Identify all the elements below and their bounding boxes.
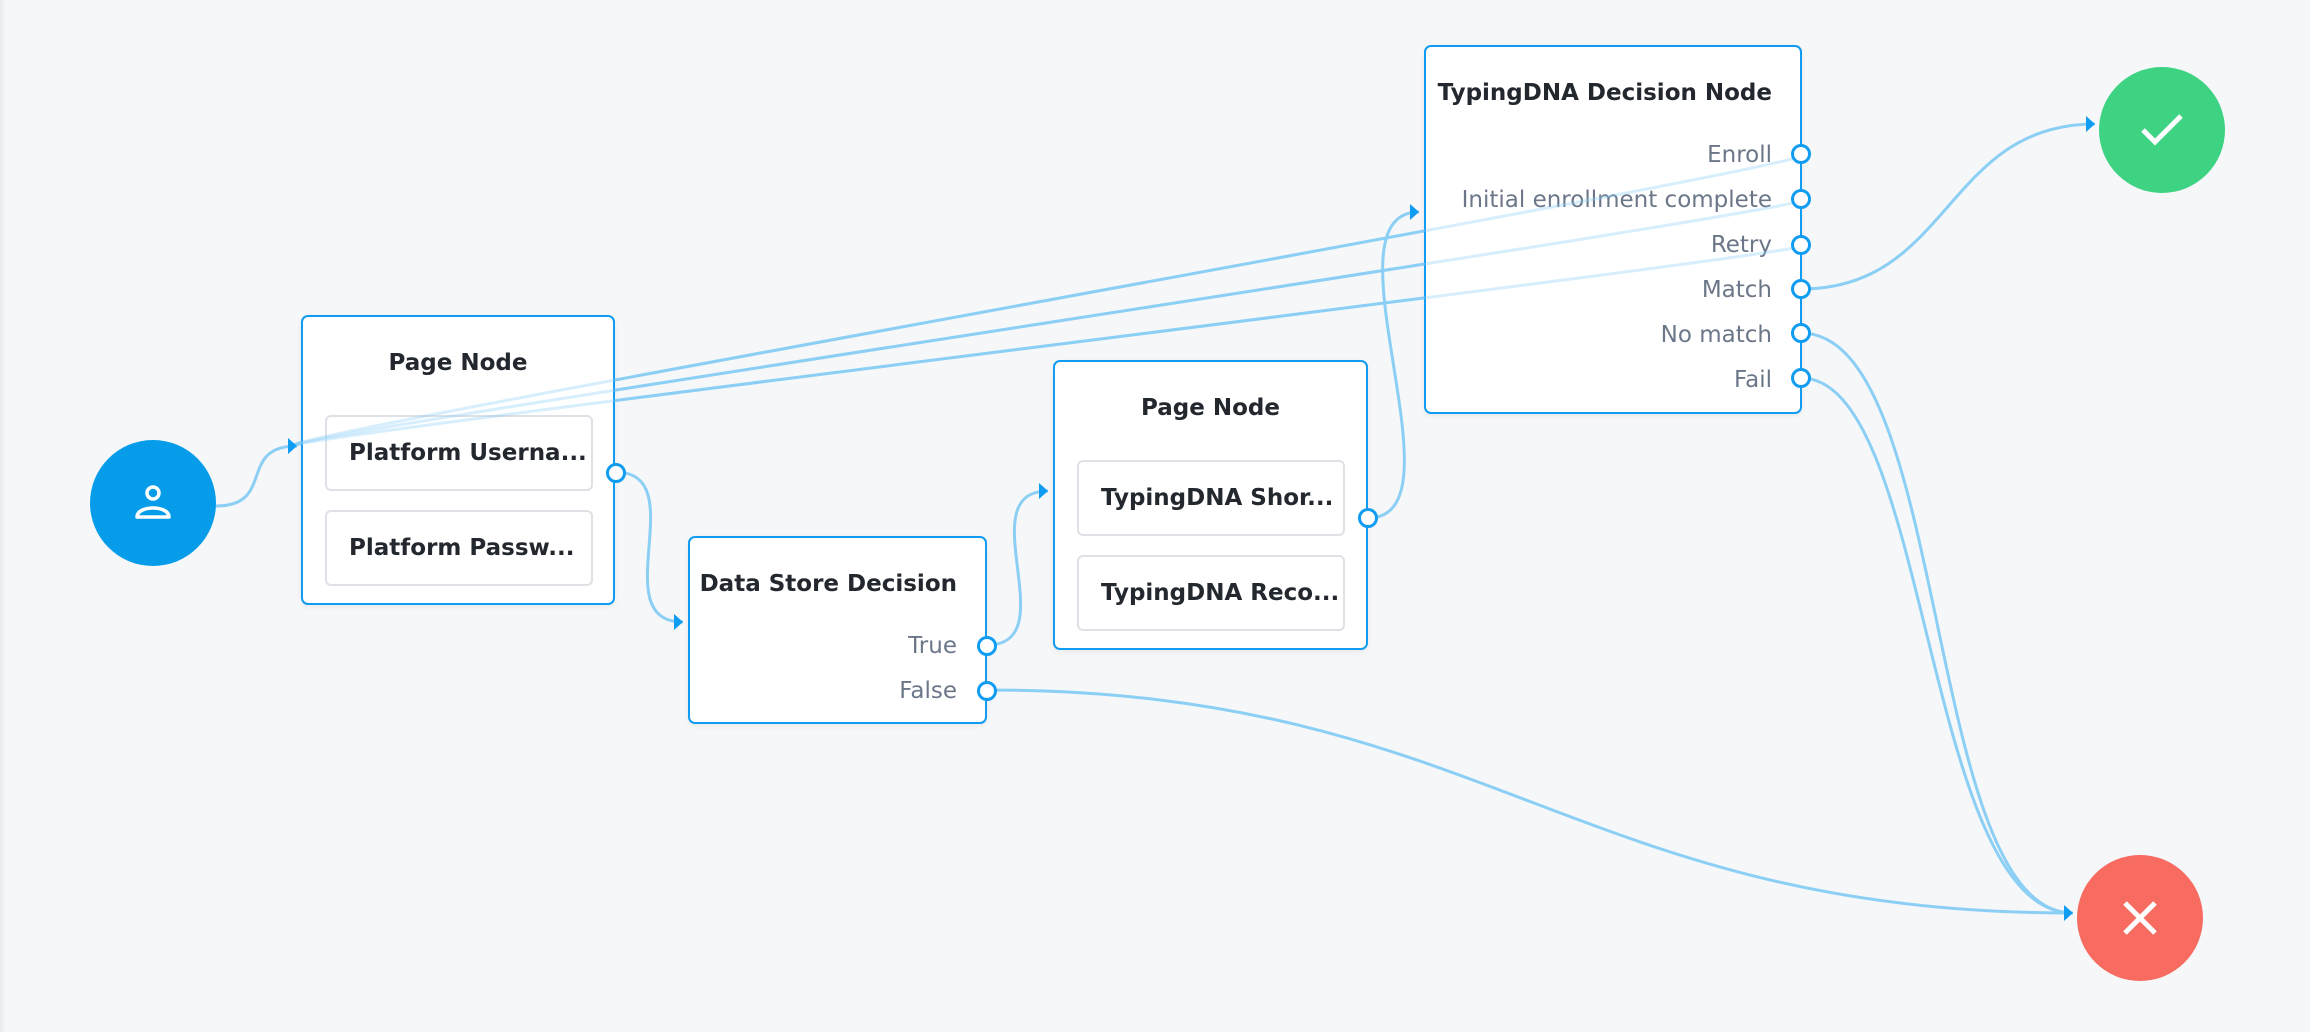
child-node-typingdna-short-phrase[interactable]: TypingDNA Shor... <box>1077 460 1345 536</box>
link-no-match-to-failure[interactable] <box>1800 331 2074 915</box>
start-node[interactable] <box>90 440 216 566</box>
false-output-port[interactable] <box>977 681 997 701</box>
page-node-1[interactable]: Page Node Platform Userna... Platform Pa… <box>301 315 615 605</box>
outcome-fail: Fail <box>1734 367 1772 393</box>
child-node-typingdna-recorder[interactable]: TypingDNA Reco... <box>1077 555 1345 631</box>
link-page-node-1-to-data-store[interactable] <box>614 470 684 624</box>
child-node-platform-password[interactable]: Platform Passw... <box>325 510 593 586</box>
outcome-no-match: No match <box>1660 322 1772 348</box>
user-icon <box>135 485 171 519</box>
outcome-enroll: Enroll <box>1707 142 1772 168</box>
retry-output-port[interactable] <box>1791 235 1811 255</box>
node-title: TypingDNA Decision Node <box>1437 80 1772 106</box>
close-icon <box>2123 901 2157 935</box>
success-node[interactable] <box>2099 67 2225 193</box>
link-page-node-2-to-typingdna[interactable] <box>1367 210 1420 520</box>
page-node-2[interactable]: Page Node TypingDNA Shor... TypingDNA Re… <box>1053 360 1368 650</box>
typingdna-decision-node[interactable]: TypingDNA Decision Node Enroll Initial e… <box>1424 45 1802 414</box>
link-start-to-page-node-1[interactable] <box>215 444 298 508</box>
initial-enrollment-complete-output-port[interactable] <box>1791 189 1811 209</box>
fail-output-port[interactable] <box>1791 368 1811 388</box>
outcome-match: Match <box>1701 277 1772 303</box>
node-title: Data Store Decision <box>699 571 957 597</box>
check-icon <box>2141 114 2183 146</box>
child-node-platform-username[interactable]: Platform Userna... <box>325 415 593 491</box>
outcome-false: False <box>899 678 957 704</box>
page-node-2-output-port[interactable] <box>1358 508 1378 528</box>
enroll-output-port[interactable] <box>1791 144 1811 164</box>
match-output-port[interactable] <box>1791 279 1811 299</box>
link-true-to-page-node-2[interactable] <box>986 489 1049 647</box>
link-fail-to-failure[interactable] <box>1800 376 2074 915</box>
true-output-port[interactable] <box>977 636 997 656</box>
node-title: Page Node <box>388 350 528 376</box>
data-store-decision-node[interactable]: Data Store Decision True False <box>688 536 987 724</box>
page-node-1-output-port[interactable] <box>606 463 626 483</box>
outcome-initial-enrollment-complete: Initial enrollment complete <box>1461 187 1772 213</box>
link-match-to-success[interactable] <box>1800 122 2096 291</box>
link-false-to-failure[interactable] <box>986 688 2074 915</box>
outcome-true: True <box>908 633 957 659</box>
failure-node[interactable] <box>2077 855 2203 981</box>
outcome-retry: Retry <box>1710 232 1772 258</box>
node-title: Page Node <box>1141 395 1280 421</box>
no-match-output-port[interactable] <box>1791 323 1811 343</box>
